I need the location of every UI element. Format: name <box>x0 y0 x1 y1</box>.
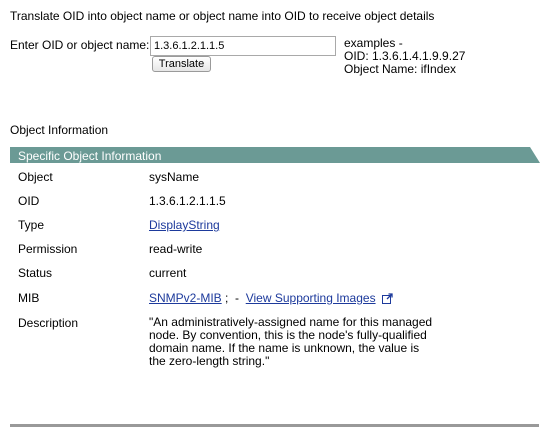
mib-link[interactable]: SNMPv2-MIB <box>149 291 222 305</box>
row-label-oid: OID <box>18 194 40 208</box>
mib-separator: ; <box>225 291 229 305</box>
external-link-icon[interactable] <box>381 293 393 307</box>
row-label-type: Type <box>18 218 45 232</box>
section-title: Object Information <box>10 123 109 137</box>
row-label-mib: MIB <box>18 291 40 305</box>
examples-block: examples - OID: 1.3.6.1.4.1.9.9.27 Objec… <box>344 37 465 76</box>
page-intro: Translate OID into object name or object… <box>10 9 435 23</box>
row-label-object: Object <box>18 170 53 184</box>
row-value-oid: 1.3.6.1.2.1.1.5 <box>149 194 226 208</box>
row-label-permission: Permission <box>18 242 78 256</box>
row-value-description: "An administratively-assigned name for t… <box>149 315 433 368</box>
row-value-mib: SNMPv2-MIB ; - View Supporting Images <box>149 291 393 307</box>
oid-input[interactable] <box>150 36 336 56</box>
type-link[interactable]: DisplayString <box>149 218 220 232</box>
mib-dash: - <box>235 291 240 305</box>
table-header-text: Specific Object Information <box>18 149 162 163</box>
row-value-permission: read-write <box>149 242 203 256</box>
translate-button[interactable]: Translate <box>152 56 211 72</box>
row-value-type: DisplayString <box>149 218 220 232</box>
examples-name: Object Name: ifIndex <box>344 62 457 76</box>
oid-input-label: Enter OID or object name: <box>10 38 150 52</box>
row-label-status: Status <box>18 266 53 280</box>
row-label-description: Description <box>18 316 79 330</box>
row-value-status: current <box>149 266 187 280</box>
view-supporting-images-link[interactable]: View Supporting Images <box>246 291 376 305</box>
footer-divider <box>10 424 539 427</box>
row-value-object: sysName <box>149 170 200 184</box>
